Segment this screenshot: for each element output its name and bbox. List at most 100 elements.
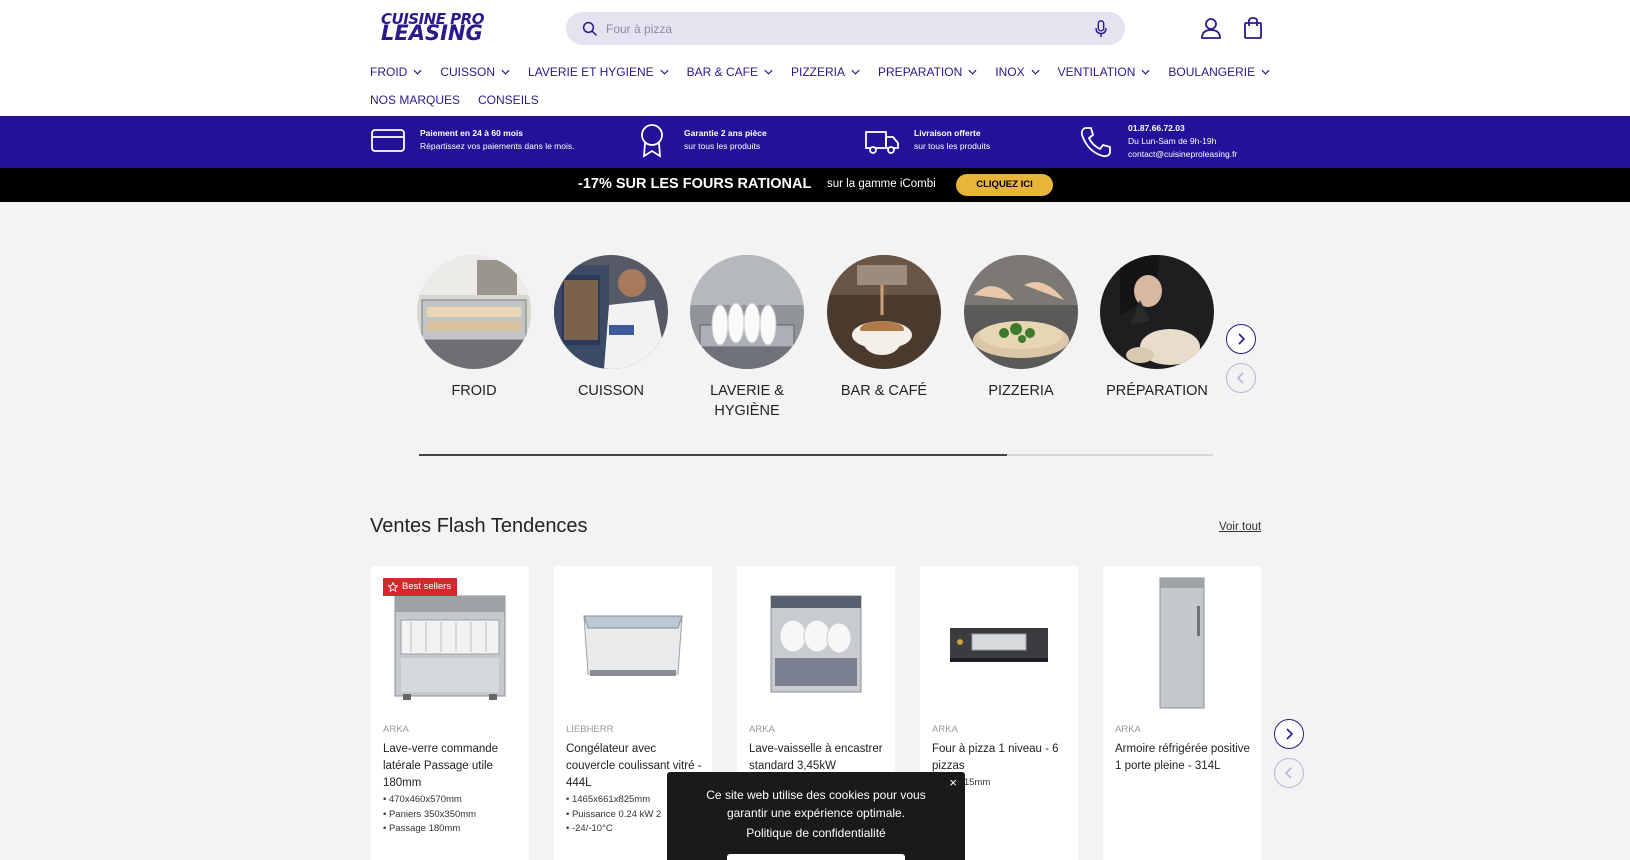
award-ribbon-icon — [641, 124, 663, 158]
chevron-down-icon — [851, 69, 860, 75]
product-title[interactable]: Armoire réfrigérée positive 1 porte plei… — [1115, 741, 1255, 775]
close-icon[interactable]: × — [949, 776, 957, 790]
delivery-truck-icon — [865, 131, 899, 154]
category-label: PIZZERIA — [988, 383, 1054, 399]
category-image — [417, 255, 531, 369]
products-next-button[interactable] — [1274, 719, 1304, 749]
section-title: Ventes Flash Tendences — [370, 515, 588, 537]
reassurance-bar: Paiement en 24 à 60 mois Répartissez vos … — [0, 116, 1630, 168]
category-pizzeria[interactable]: PIZZERIA — [964, 255, 1078, 401]
chevron-down-icon — [1141, 69, 1150, 75]
info-contact: 01.87.66.72.03 Du Lun-Sam de 9h-19h contac… — [1078, 122, 1278, 161]
category-label: CUISSON — [577, 383, 645, 399]
nav-item-bar-cafe[interactable]: BAR & CAFE — [687, 65, 773, 79]
chevron-down-icon — [968, 69, 977, 75]
products-prev-button[interactable] — [1274, 758, 1304, 788]
product-title[interactable]: Lave-verre commande latérale Passage uti… — [383, 741, 523, 792]
category-laverie[interactable]: LAVERIE & HYGIÈNE — [690, 255, 804, 421]
product-brand: ARKA — [383, 724, 409, 735]
nav-item-label: BAR & CAFE — [686, 65, 758, 79]
product-card[interactable]: Best sellers ARKA Lave-verre commande la… — [371, 566, 529, 860]
chevron-down-icon — [501, 69, 510, 75]
product-specs: 470x460x570mm Paniers 350x350mm Passage … — [383, 793, 523, 837]
info-delivery: Livraison offerte sur tous les produits — [864, 122, 1064, 158]
nav-item-inox[interactable]: INOX — [995, 65, 1040, 79]
best-seller-badge: Best sellers — [383, 578, 458, 596]
promo-banner: -17% SUR LES FOURS RATIONAL sur la gamme… — [0, 168, 1630, 202]
cookie-message: Ce site web utilise des cookies pour vou… — [706, 788, 926, 820]
contact-hours: Du Lun-Sam de 9h-19h — [1128, 136, 1217, 146]
nav-item-pizzeria[interactable]: PIZZERIA — [791, 65, 860, 79]
chevron-left-icon — [1284, 767, 1292, 779]
info-warranty: Garantie 2 ans pièce sur tous les produit… — [634, 122, 834, 158]
product-title[interactable]: Lave-vaisselle à encastrer standard 3,45… — [749, 741, 889, 775]
search-icon[interactable] — [581, 20, 599, 38]
product-image — [737, 566, 895, 716]
nav-item-label: BOULANGERIE — [1168, 65, 1256, 79]
info-payment: Paiement en 24 à 60 mois Répartissez vos … — [370, 122, 590, 158]
product-brand: LIEBHERR — [566, 724, 614, 735]
category-cuisson[interactable]: CUISSON — [554, 255, 668, 401]
contact-email[interactable]: contact@cuisineproleasing.fr — [1128, 148, 1237, 161]
chevron-left-icon — [1236, 372, 1244, 384]
promo-headline: -17% SUR LES FOURS RATIONAL — [578, 176, 812, 192]
see-all-link[interactable]: Voir tout — [1219, 521, 1261, 533]
category-froid[interactable]: FROID — [417, 255, 531, 401]
chevron-down-icon — [413, 69, 422, 75]
nav-item-label: VENTILATION — [1057, 65, 1136, 79]
cookie-consent-popup: × Ce site web utilise des cookies pour v… — [667, 772, 965, 860]
category-label: FROID — [451, 383, 497, 399]
search-input[interactable] — [606, 18, 1046, 39]
product-image — [554, 566, 712, 716]
promo-cta-button[interactable]: CLIQUEZ ICI — [956, 174, 1053, 196]
product-card[interactable]: ARKA Armoire réfrigérée positive 1 porte… — [1103, 566, 1261, 860]
nav-row-primary: FROID CUISSON LAVERIE ET HYGIENE BAR & C… — [370, 62, 1270, 82]
chevron-down-icon — [660, 69, 669, 75]
chevron-down-icon — [1261, 69, 1270, 75]
category-image — [690, 255, 804, 369]
nav-row-secondary: NOS MARQUES CONSEILS — [370, 90, 1270, 110]
nav-item-laverie[interactable]: LAVERIE ET HYGIENE — [528, 65, 669, 79]
nav-item-conseils[interactable]: CONSEILS — [478, 93, 539, 107]
nav-item-ventilation[interactable]: VENTILATION — [1058, 65, 1151, 79]
product-title[interactable]: Four à pizza 1 niveau - 6 pizzas — [932, 741, 1072, 775]
main-navigation: FROID CUISSON LAVERIE ET HYGIENE BAR & C… — [370, 62, 1270, 118]
category-scrollbar[interactable] — [419, 454, 1213, 456]
product-brand: ARKA — [749, 724, 775, 735]
nav-item-boulangerie[interactable]: BOULANGERIE — [1168, 65, 1270, 79]
warranty-title: Garantie 2 ans pièce — [684, 128, 767, 138]
spec-item: 470x460x570mm — [383, 793, 523, 808]
cart-bag-icon[interactable] — [1241, 16, 1265, 40]
product-image — [1103, 566, 1261, 716]
privacy-policy-link[interactable]: Politique de confidentialité — [667, 826, 965, 840]
star-icon — [388, 582, 398, 592]
product-image — [920, 566, 1078, 716]
nav-item-cuisson[interactable]: CUISSON — [440, 65, 510, 79]
category-preparation[interactable]: PRÉPARATION — [1100, 255, 1214, 401]
category-scrollbar-thumb[interactable] — [419, 454, 1007, 456]
delivery-subtitle: sur tous les produits — [914, 141, 991, 151]
nav-item-nos-marques[interactable]: NOS MARQUES — [370, 93, 460, 107]
product-brand: ARKA — [932, 724, 958, 735]
category-image — [964, 255, 1078, 369]
chevron-right-icon — [1238, 333, 1246, 345]
chevron-down-icon — [764, 69, 773, 75]
payment-subtitle: Répartissez vos paiements dans le mois. — [420, 141, 575, 151]
category-image — [827, 255, 941, 369]
nav-item-froid[interactable]: FROID — [370, 65, 422, 79]
category-bar-cafe[interactable]: BAR & CAFÉ — [827, 255, 941, 401]
chevron-down-icon — [1031, 69, 1040, 75]
account-icon[interactable] — [1199, 16, 1223, 40]
category-next-button[interactable] — [1226, 324, 1256, 354]
spec-item: Passage 180mm — [383, 822, 523, 837]
nav-item-label: PREPARATION — [878, 65, 963, 79]
contact-phone[interactable]: 01.87.66.72.03 — [1128, 122, 1237, 135]
cookie-accept-button[interactable] — [727, 854, 905, 860]
site-logo[interactable]: CUISINE PRO LEASING — [381, 11, 489, 44]
badge-label: Best sellers — [402, 581, 452, 592]
nav-item-preparation[interactable]: PREPARATION — [878, 65, 977, 79]
category-image — [1100, 255, 1214, 369]
nav-item-label: INOX — [995, 65, 1025, 79]
category-prev-button[interactable] — [1226, 363, 1256, 393]
microphone-icon[interactable] — [1094, 20, 1108, 38]
